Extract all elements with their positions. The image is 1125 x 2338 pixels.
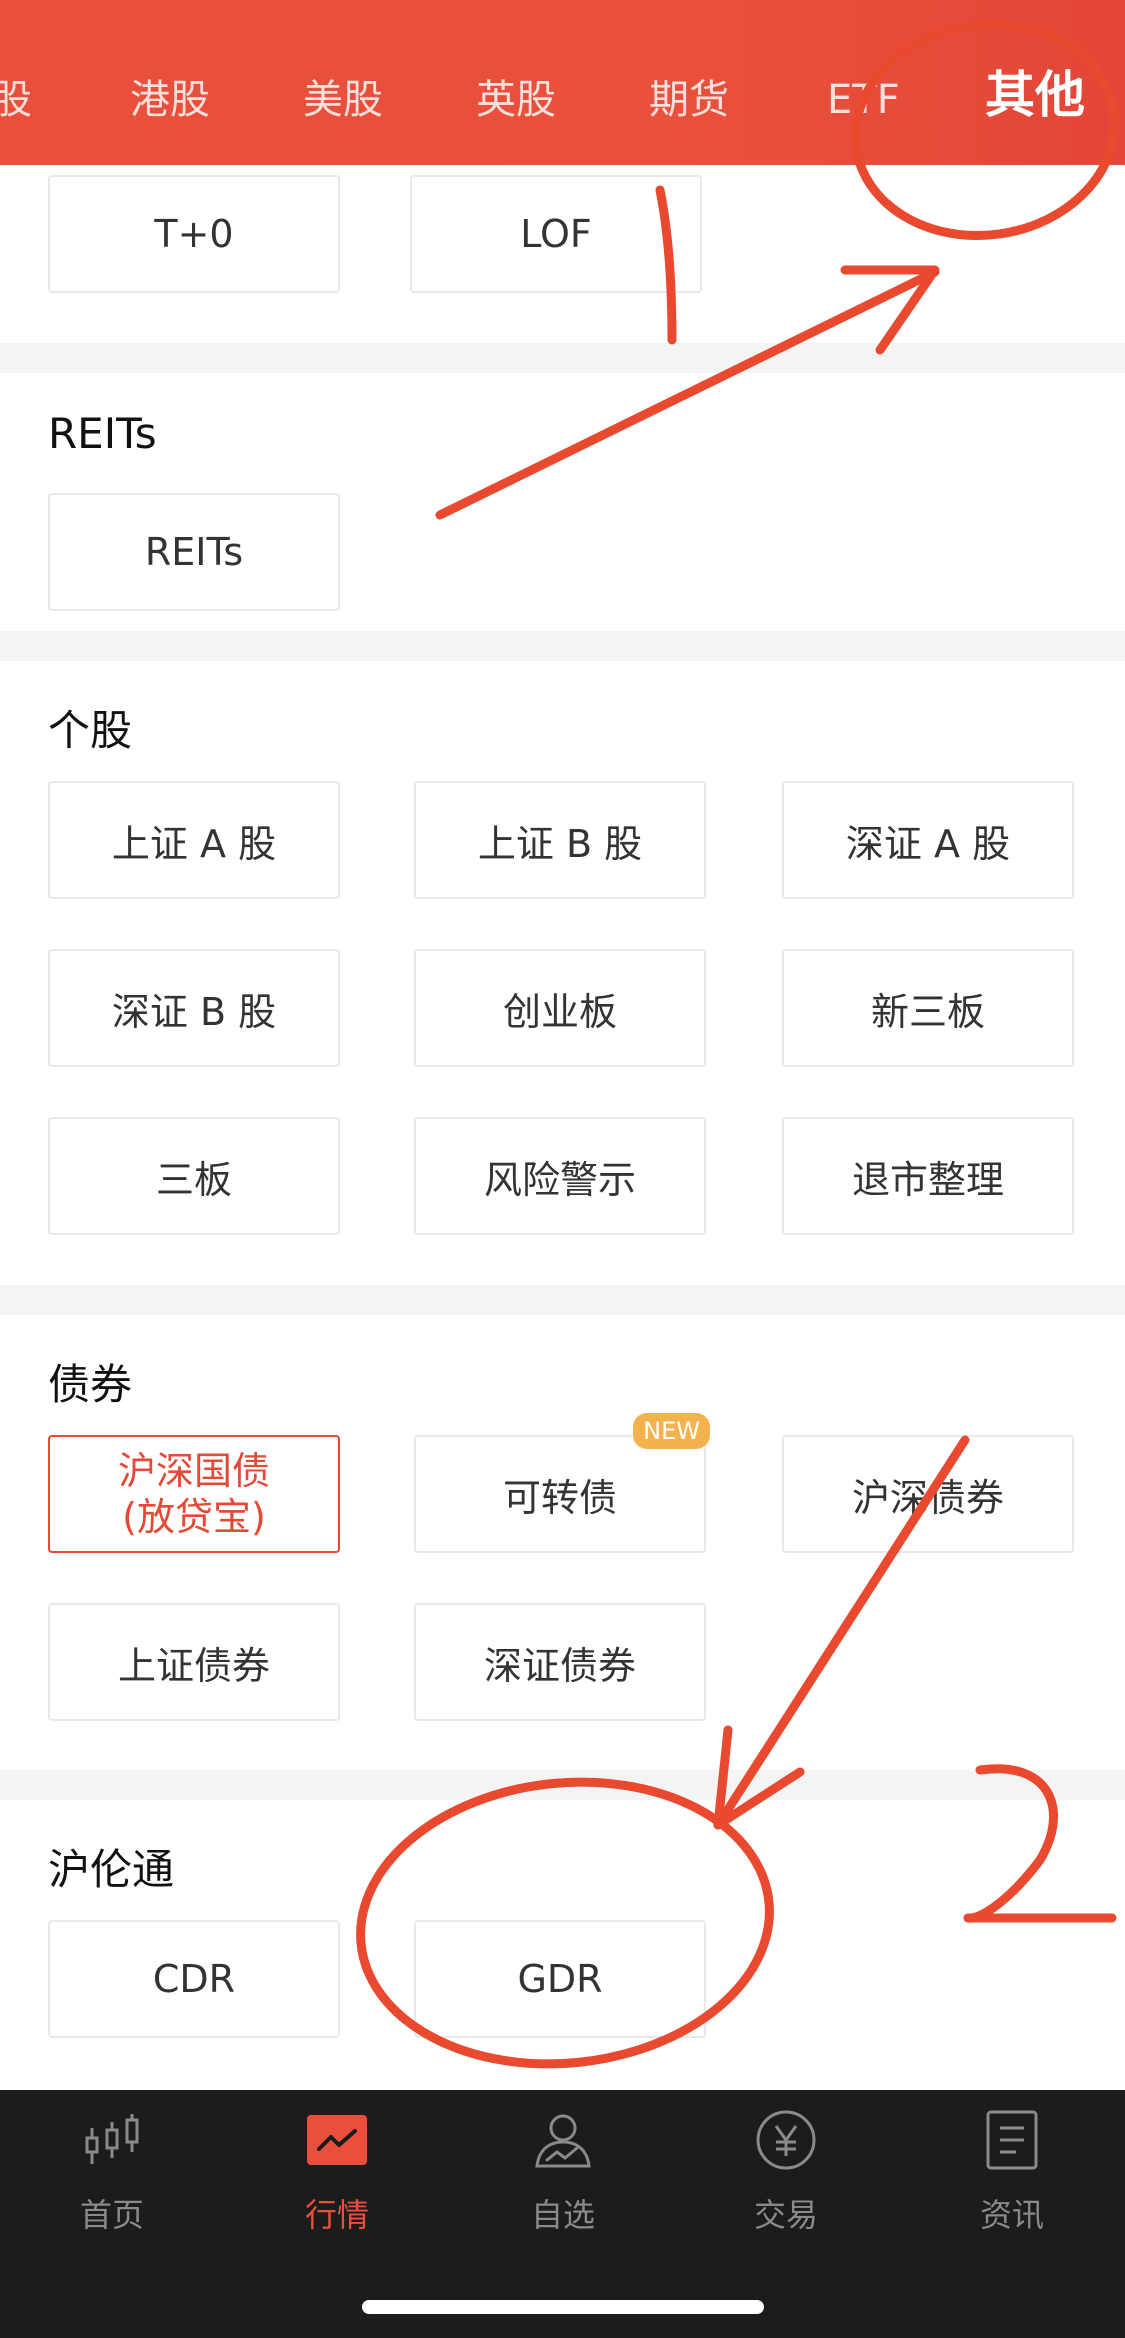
bonds-section: 债券 沪深国债 (放贷宝) 可转债 NEW 沪深债券 上证债券 深证债券 xyxy=(0,1315,1125,1770)
hlt-section-title: 沪伦通 xyxy=(48,1845,175,1894)
reits-button[interactable]: REITs xyxy=(48,493,340,611)
stocks-section: 个股 上证 A 股 上证 B 股 深证 A 股 深证 B 股 创业板 新三板 三… xyxy=(0,661,1125,1285)
lof-button[interactable]: LOF xyxy=(410,175,702,293)
risk-warning-button[interactable]: 风险警示 xyxy=(414,1117,706,1235)
treasury-bond-sublabel: (放贷宝) xyxy=(122,1495,266,1539)
tab-us-stocks[interactable]: 美股 xyxy=(303,0,383,165)
nav-news[interactable]: 资讯 xyxy=(942,2100,1082,2250)
sz-b-share-button[interactable]: 深证 B 股 xyxy=(48,949,340,1067)
nav-home-label: 首页 xyxy=(79,2196,144,2234)
tab-uk-stocks[interactable]: 英股 xyxy=(476,0,556,165)
section-divider xyxy=(0,343,1125,373)
section-divider xyxy=(0,631,1125,661)
tab-futures[interactable]: 期货 xyxy=(649,0,729,165)
third-board-button[interactable]: 三板 xyxy=(48,1117,340,1235)
nav-market-label: 行情 xyxy=(304,2196,369,2234)
convertible-bond-button[interactable]: 可转债 NEW xyxy=(414,1413,710,1553)
yen-icon xyxy=(746,2100,826,2180)
sh-bond-button[interactable]: 上证债券 xyxy=(48,1603,340,1721)
user-chart-icon xyxy=(523,2100,603,2180)
convertible-bond-label: 可转债 xyxy=(502,1475,617,1520)
treasury-bond-label: 沪深国债 xyxy=(117,1449,270,1493)
treasury-bond-button[interactable]: 沪深国债 (放贷宝) xyxy=(48,1435,340,1553)
tab-stocks-partial[interactable]: 股 xyxy=(0,0,32,165)
tab-other[interactable]: 其他 xyxy=(985,0,1085,165)
market-chart-icon xyxy=(297,2100,377,2180)
hlt-section: 沪伦通 CDR GDR xyxy=(0,1800,1125,2090)
new-badge: NEW xyxy=(633,1413,710,1449)
candlestick-icon xyxy=(72,2100,152,2180)
sz-bond-button[interactable]: 深证债券 xyxy=(414,1603,706,1721)
delisting-button[interactable]: 退市整理 xyxy=(782,1117,1074,1235)
tab-etf[interactable]: ETF xyxy=(827,0,900,165)
tab-hk-stocks[interactable]: 港股 xyxy=(130,0,210,165)
nav-watchlist[interactable]: 自选 xyxy=(493,2100,633,2250)
reits-section: REITs REITs xyxy=(0,373,1125,631)
sz-a-share-button[interactable]: 深证 A 股 xyxy=(782,781,1074,899)
home-indicator[interactable] xyxy=(362,2300,764,2314)
t0-button[interactable]: T+0 xyxy=(48,175,340,293)
nav-trade-label: 交易 xyxy=(753,2196,818,2234)
sh-b-share-button[interactable]: 上证 B 股 xyxy=(414,781,706,899)
fund-section: T+0 LOF xyxy=(0,165,1125,343)
hs-bond-button[interactable]: 沪深债券 xyxy=(782,1435,1074,1553)
market-tab-bar: 股 港股 美股 英股 期货 ETF 其他 xyxy=(0,0,1125,165)
sh-a-share-button[interactable]: 上证 A 股 xyxy=(48,781,340,899)
nav-news-label: 资讯 xyxy=(979,2196,1044,2234)
gdr-button[interactable]: GDR xyxy=(414,1920,706,2038)
neeq-button[interactable]: 新三板 xyxy=(782,949,1074,1067)
stocks-section-title: 个股 xyxy=(48,706,133,755)
news-icon xyxy=(972,2100,1052,2180)
section-divider xyxy=(0,1770,1125,1800)
section-divider xyxy=(0,1285,1125,1315)
bonds-section-title: 债券 xyxy=(48,1360,133,1409)
nav-trade[interactable]: 交易 xyxy=(716,2100,856,2250)
nav-market[interactable]: 行情 xyxy=(267,2100,407,2250)
nav-home[interactable]: 首页 xyxy=(42,2100,182,2250)
reits-section-title: REITs xyxy=(48,409,157,458)
nav-watchlist-label: 自选 xyxy=(530,2196,595,2234)
chinext-button[interactable]: 创业板 xyxy=(414,949,706,1067)
cdr-button[interactable]: CDR xyxy=(48,1920,340,2038)
